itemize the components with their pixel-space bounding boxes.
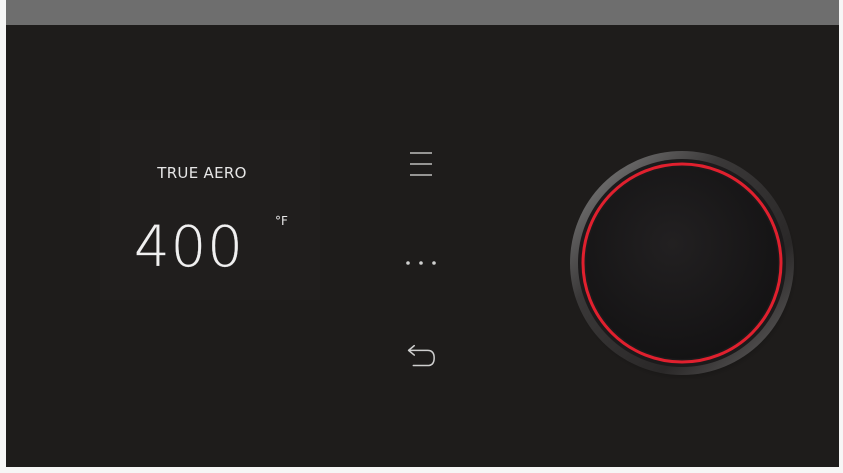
menu-lines-icon [410, 152, 432, 176]
cooking-mode-label: TRUE AERO [157, 164, 247, 182]
temperature-unit: °F [275, 214, 288, 228]
oven-control-screenshot: TRUE AERO 400 °F [0, 0, 843, 473]
menu-button[interactable] [403, 146, 439, 182]
more-options-button[interactable] [403, 245, 439, 281]
ellipsis-icon [406, 261, 436, 265]
back-button[interactable] [401, 339, 437, 375]
control-knob[interactable] [566, 147, 798, 381]
temperature-value: 400 [134, 215, 244, 280]
knob-graphic [570, 151, 798, 381]
back-arrow-icon [407, 344, 435, 367]
top-bezel [6, 0, 839, 25]
